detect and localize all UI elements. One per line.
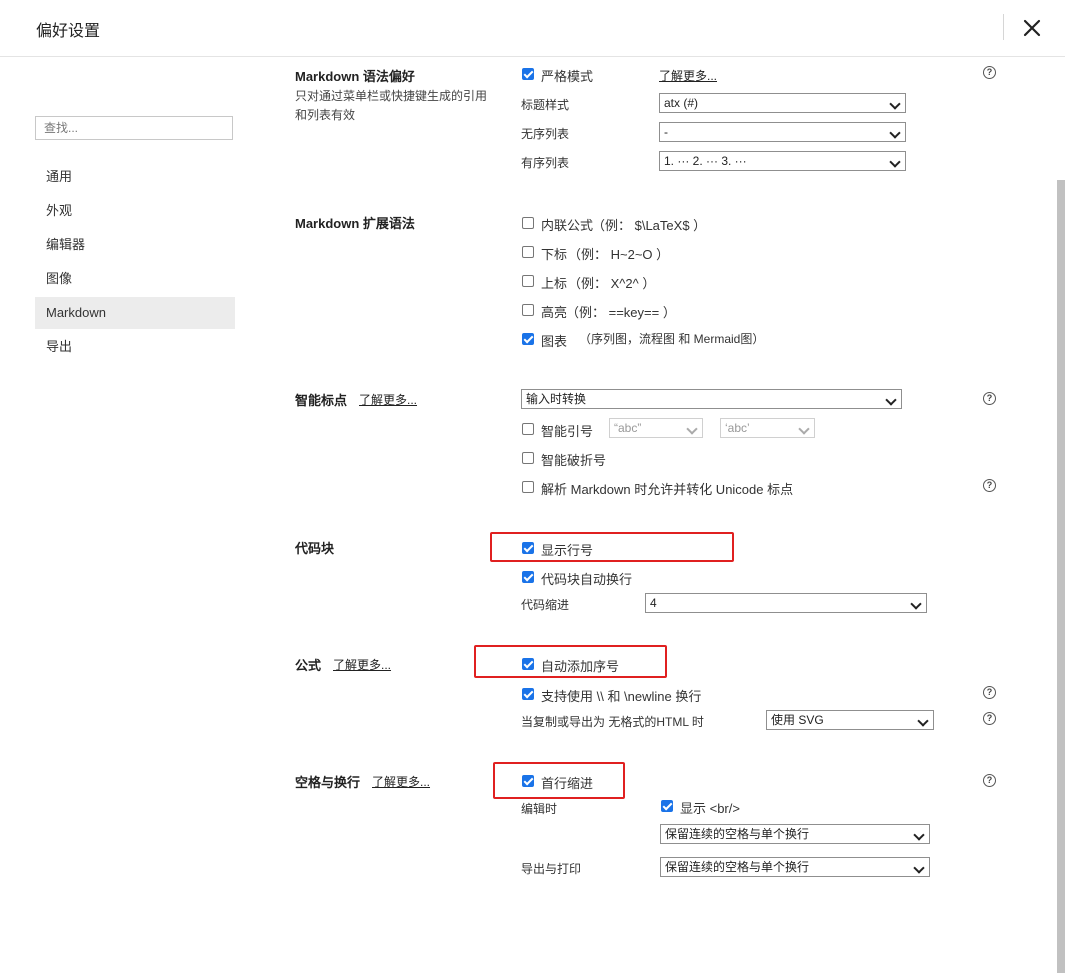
- unicode-punctuation-checkbox[interactable]: [522, 481, 534, 493]
- sidebar-item-editor[interactable]: 编辑器: [35, 229, 235, 261]
- newline-support-label: 支持使用 \\ 和 \newline 换行: [541, 689, 702, 704]
- smart-punctuation-learn-more-link[interactable]: 了解更多...: [359, 391, 417, 408]
- code-block-title: 代码块: [295, 541, 335, 556]
- export-plain-html-help-icon[interactable]: ?: [983, 712, 996, 725]
- export-plain-html-select[interactable]: 使用 SVG: [766, 710, 934, 730]
- chevron-down-icon: [889, 127, 901, 139]
- editing-whitespace-select[interactable]: 保留连续的空格与单个换行: [660, 824, 930, 844]
- chevron-down-icon: [913, 829, 925, 841]
- chevron-down-icon: [889, 98, 901, 110]
- smart-punctuation-mode-select[interactable]: 输入时转换: [521, 389, 902, 409]
- code-auto-wrap-checkbox[interactable]: [522, 571, 534, 583]
- ordered-list-label: 有序列表: [521, 156, 570, 170]
- window-title: 偏好设置: [36, 23, 101, 40]
- auto-number-checkbox[interactable]: [522, 658, 534, 670]
- strict-mode-checkbox[interactable]: [522, 68, 534, 80]
- highlight-label: 高亮: [541, 305, 568, 320]
- export-print-label: 导出与打印: [521, 862, 582, 876]
- code-indent-select[interactable]: 4: [645, 593, 927, 613]
- show-br-label: 显示 <br/>: [680, 801, 740, 816]
- superscript-example: （例： X^2^ ）: [568, 276, 656, 291]
- highlight-checkbox[interactable]: [522, 304, 534, 316]
- markdown-syntax-desc-line2: 和列表有效: [295, 108, 356, 122]
- math-title: 公式: [295, 658, 322, 673]
- title-divider: [1003, 14, 1004, 40]
- sidebar-item-export[interactable]: 导出: [35, 331, 235, 363]
- chevron-down-icon: [917, 715, 929, 727]
- markdown-syntax-title: Markdown 语法偏好: [295, 69, 415, 84]
- search-input[interactable]: [35, 116, 233, 140]
- smart-quotes-label: 智能引号: [541, 424, 594, 439]
- smart-quotes-checkbox[interactable]: [522, 423, 534, 435]
- unicode-punctuation-help-icon[interactable]: ?: [983, 479, 996, 492]
- show-line-numbers-checkbox[interactable]: [522, 542, 534, 554]
- superscript-label: 上标: [541, 276, 568, 291]
- strict-mode-help-icon[interactable]: ?: [983, 66, 996, 79]
- auto-number-label: 自动添加序号: [541, 659, 620, 674]
- first-line-indent-label: 首行缩进: [541, 776, 594, 791]
- heading-style-label: 标题样式: [521, 98, 570, 112]
- close-icon: [1023, 19, 1041, 37]
- ordered-list-select[interactable]: 1. ··· 2. ··· 3. ···: [659, 151, 906, 171]
- unordered-list-select[interactable]: -: [659, 122, 906, 142]
- extended-syntax-title: Markdown 扩展语法: [295, 216, 415, 231]
- strict-mode-learn-more-link[interactable]: 了解更多...: [659, 67, 717, 84]
- whitespace-title: 空格与换行: [295, 775, 361, 790]
- sidebar-item-image[interactable]: 图像: [35, 263, 235, 295]
- newline-support-help-icon[interactable]: ?: [983, 686, 996, 699]
- whitespace-learn-more-link[interactable]: 了解更多...: [372, 773, 430, 790]
- chevron-down-icon: [910, 598, 922, 610]
- inline-math-example: （例： $\LaTeX$ ）: [592, 218, 707, 233]
- vertical-scrollbar-thumb[interactable]: [1057, 180, 1065, 973]
- unicode-punctuation-label: 解析 Markdown 时允许并转化 Unicode 标点: [541, 482, 794, 497]
- inline-math-label: 内联公式: [541, 218, 594, 233]
- markdown-syntax-desc-line1: 只对通过菜单栏或快捷键生成的引用: [295, 89, 488, 103]
- title-bar: [0, 0, 1065, 57]
- diagrams-checkbox[interactable]: [522, 333, 534, 345]
- strict-mode-label: 严格模式: [541, 69, 594, 84]
- smart-punctuation-title: 智能标点: [295, 393, 348, 408]
- first-line-indent-checkbox[interactable]: [522, 775, 534, 787]
- close-button[interactable]: [1018, 14, 1046, 42]
- smart-punctuation-help-icon[interactable]: ?: [983, 392, 996, 405]
- chevron-down-icon: [889, 156, 901, 168]
- single-quote-select[interactable]: ‘abc’: [720, 418, 815, 438]
- show-br-checkbox[interactable]: [661, 800, 673, 812]
- inline-math-checkbox[interactable]: [522, 217, 534, 229]
- heading-style-select[interactable]: atx (#): [659, 93, 906, 113]
- chevron-down-icon: [798, 423, 810, 435]
- chevron-down-icon: [913, 862, 925, 874]
- subscript-label: 下标: [541, 247, 568, 262]
- superscript-checkbox[interactable]: [522, 275, 534, 287]
- double-quote-select[interactable]: “abc”: [609, 418, 703, 438]
- code-auto-wrap-label: 代码块自动换行: [541, 572, 633, 587]
- sidebar-item-general[interactable]: 通用: [35, 161, 235, 193]
- chevron-down-icon: [686, 423, 698, 435]
- subscript-checkbox[interactable]: [522, 246, 534, 258]
- show-line-numbers-label: 显示行号: [541, 543, 594, 558]
- sidebar-item-appearance[interactable]: 外观: [35, 195, 235, 227]
- sidebar-item-markdown[interactable]: Markdown: [35, 297, 235, 329]
- newline-support-checkbox[interactable]: [522, 688, 534, 700]
- diagrams-label: 图表: [541, 334, 568, 349]
- whitespace-help-icon[interactable]: ?: [983, 774, 996, 787]
- diagrams-example: （序列图，流程图 和 Mermaid图）: [579, 332, 765, 346]
- unordered-list-label: 无序列表: [521, 127, 570, 141]
- math-learn-more-link[interactable]: 了解更多...: [333, 656, 391, 673]
- code-indent-label: 代码缩进: [521, 598, 570, 612]
- highlight-example: （例： ==key== ）: [566, 305, 676, 320]
- export-print-whitespace-select[interactable]: 保留连续的空格与单个换行: [660, 857, 930, 877]
- smart-dashes-label: 智能破折号: [541, 453, 607, 468]
- subscript-example: （例： H~2~O ）: [568, 247, 670, 262]
- editing-label: 编辑时: [521, 802, 558, 816]
- smart-dashes-checkbox[interactable]: [522, 452, 534, 464]
- export-plain-html-label: 当复制或导出为 无格式的HTML 时: [521, 715, 704, 729]
- chevron-down-icon: [885, 394, 897, 406]
